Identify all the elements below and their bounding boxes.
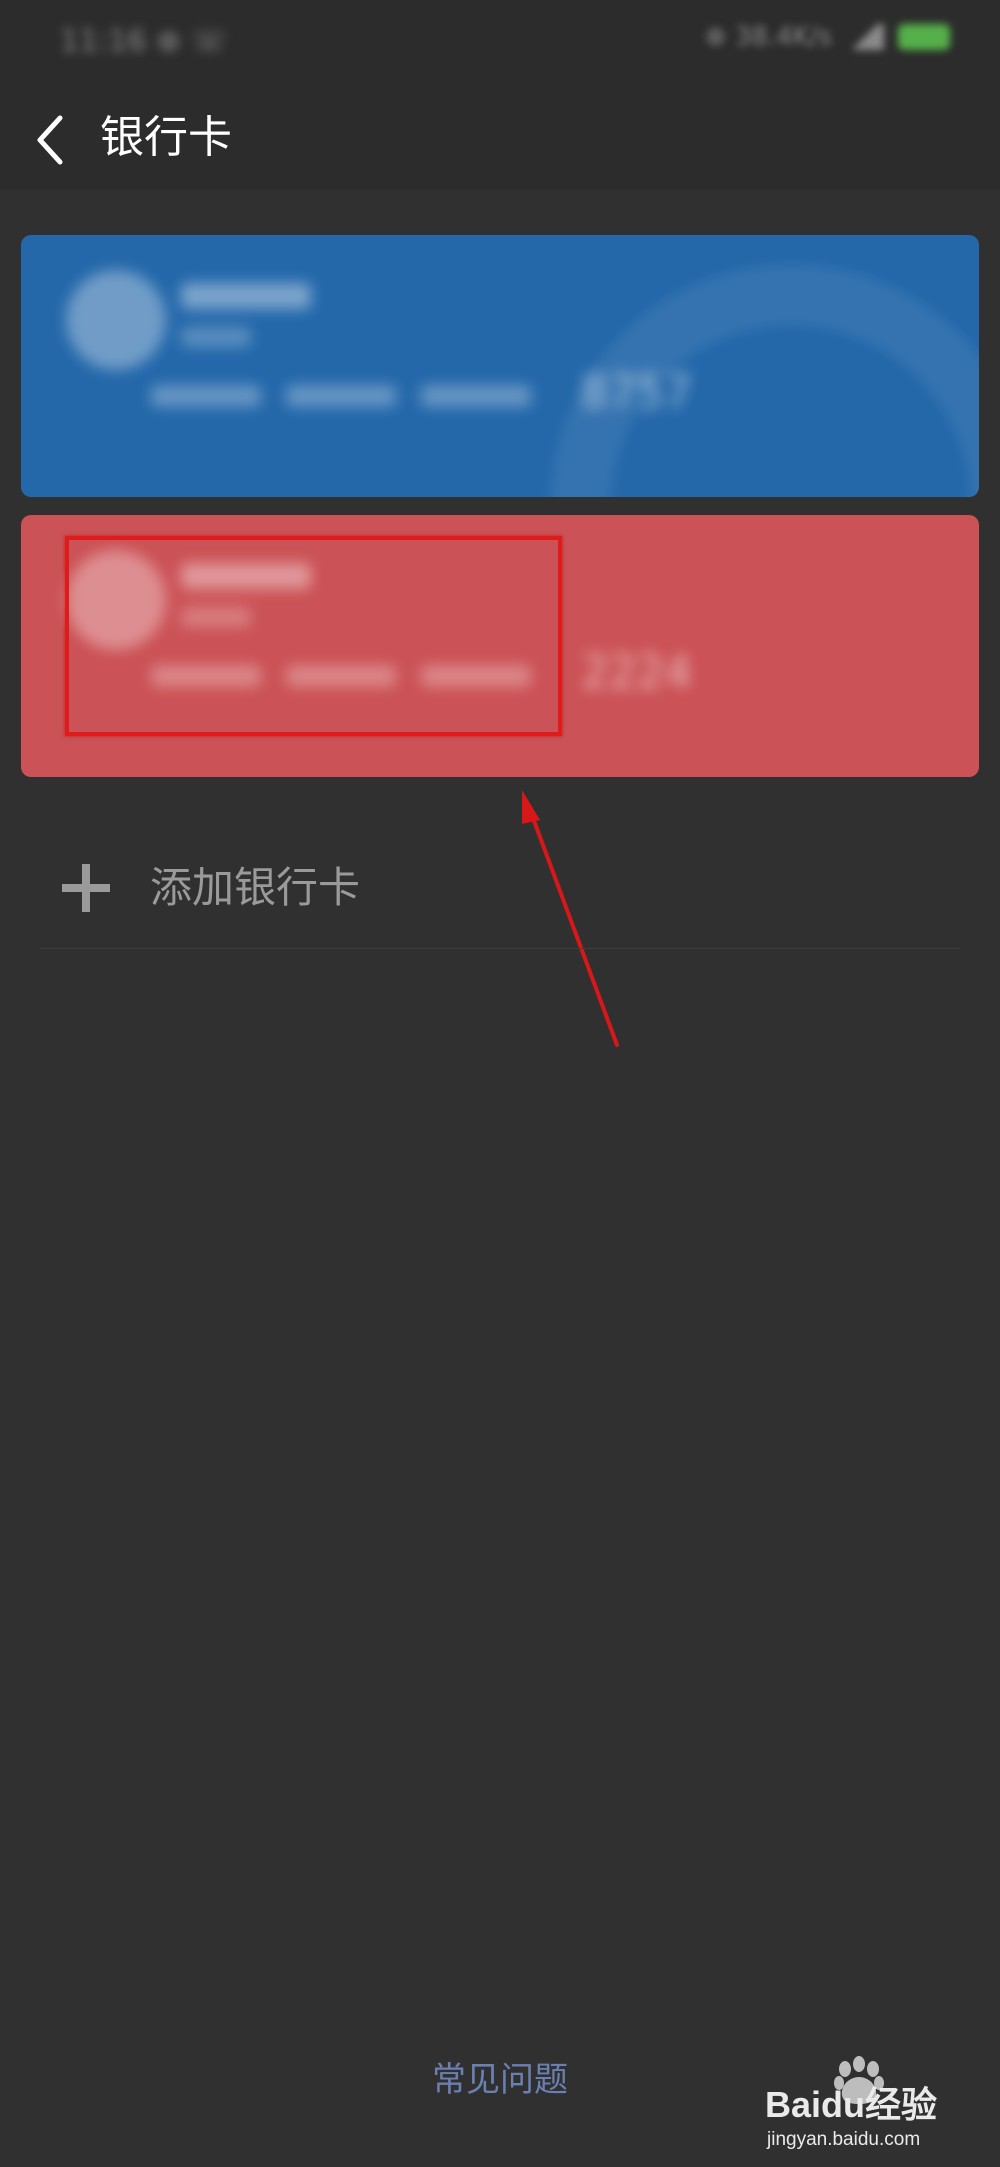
plus-icon (60, 862, 112, 914)
status-indicators: ⊕ 38.4K/s (705, 22, 950, 52)
bank-logo-icon (66, 270, 166, 370)
card-number-mask (421, 385, 531, 407)
watermark-url: jingyan.baidu.com (766, 2129, 920, 2150)
card-type (181, 327, 251, 347)
card-content: 8757 (21, 235, 979, 497)
page-title: 银行卡 (100, 112, 232, 163)
card-number-mask (286, 385, 396, 407)
status-time: 11:16 ⊕ ☏ (60, 24, 229, 59)
status-bar: 11:16 ⊕ ☏ ⊕ 38.4K/s (0, 0, 1000, 90)
card-number-mask (151, 385, 261, 407)
bank-name (181, 283, 311, 309)
watermark-brand: Baidu经验 (765, 2084, 937, 2125)
battery-icon (898, 24, 950, 50)
add-bank-card-label: 添加银行卡 (150, 863, 361, 912)
baidu-jingyan-watermark: Baidu经验 jingyan.baidu.com (765, 2056, 937, 2150)
bank-card-1[interactable]: 8757 (21, 235, 979, 497)
signal-icon (846, 24, 884, 50)
annotation-highlight-box (65, 536, 562, 736)
chevron-left-icon[interactable] (28, 112, 78, 168)
card-last-digits: 8757 (581, 365, 692, 419)
network-speed: ⊕ 38.4K/s (704, 22, 832, 52)
card-last-digits: 2224 (581, 645, 692, 699)
add-bank-card-button[interactable]: 添加银行卡 (40, 830, 960, 949)
app-header: 银行卡 (0, 90, 1000, 190)
